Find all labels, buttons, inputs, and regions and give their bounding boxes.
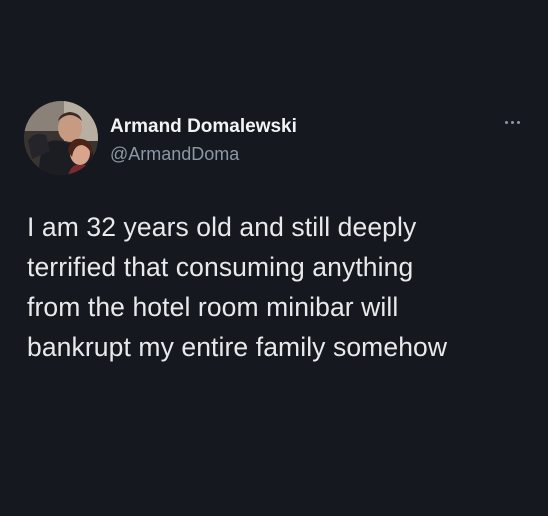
tweet-text-line: I am 32 years old and still deeply (27, 212, 417, 242)
author-handle[interactable]: @ArmandDoma (110, 144, 239, 165)
author-display-name[interactable]: Armand Domalewski (110, 116, 297, 138)
avatar[interactable] (24, 101, 98, 175)
tweet-text-line: bankrupt my entire family somehow (27, 332, 448, 362)
dot-icon (510, 120, 514, 124)
more-options-button[interactable] (500, 114, 524, 130)
tweet-text-line: from the hotel room minibar will (27, 292, 399, 322)
tweet-card: Armand Domalewski @ArmandDoma I am 32 ye… (0, 0, 548, 516)
dot-icon (516, 120, 520, 124)
tweet-text: I am 32 years old and still deeply terri… (27, 207, 517, 367)
dot-icon (504, 120, 508, 124)
profile-photo-icon (24, 101, 98, 175)
tweet-text-line: terrified that consuming anything (27, 252, 414, 282)
more-options-icon (504, 120, 520, 124)
